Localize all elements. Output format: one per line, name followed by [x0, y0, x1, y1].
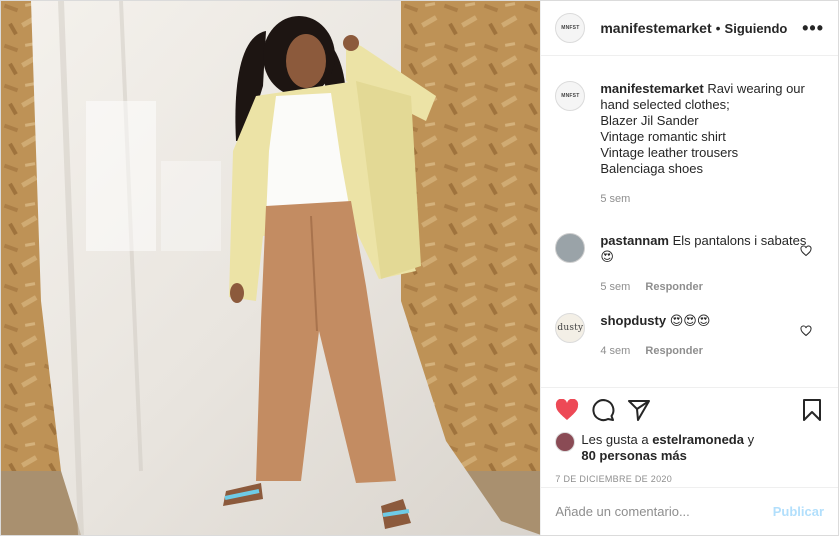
comment-item: dusty shopdusty 😍😍😍 4 sem Responder	[555, 313, 824, 359]
post-comment-button[interactable]: Publicar	[773, 504, 824, 519]
add-comment-bar: Añade un comentario... Publicar	[541, 487, 838, 535]
post-side-panel: MNFST manifestemarket • Siguiendo ••• MN…	[540, 1, 838, 535]
liker-username[interactable]: estelramoneda	[652, 432, 744, 447]
reply-button[interactable]: Responder	[645, 345, 702, 357]
caption-meta: 5 sem	[600, 191, 810, 207]
caption-line: Vintage romantic shirt	[600, 129, 726, 144]
comment-meta: 4 sem Responder	[600, 343, 810, 359]
like-comment-heart-icon[interactable]	[800, 325, 812, 337]
caption-time[interactable]: 5 sem	[600, 193, 630, 205]
comment-text: pastannam Els pantalons i sabates 😍	[600, 233, 810, 265]
separator-dot: •	[715, 20, 721, 36]
likes-conjunction: y	[747, 432, 755, 447]
comment-body: shopdusty 😍😍😍 4 sem Responder	[600, 313, 810, 359]
following-button[interactable]: Siguiendo	[725, 21, 788, 36]
comment-text: shopdusty 😍😍😍	[600, 313, 810, 329]
add-comment-input[interactable]: Añade un comentario...	[555, 504, 772, 519]
comment-time[interactable]: 5 sem	[600, 281, 630, 293]
post-photo[interactable]	[1, 1, 541, 535]
author-avatar[interactable]: MNFST	[555, 13, 586, 43]
caption-line: Blazer Jil Sander	[600, 113, 699, 128]
likes-others-link[interactable]: 80 personas más	[581, 448, 687, 463]
post-date[interactable]: 7 DE DICIEMBRE DE 2020	[555, 474, 824, 484]
caption-comment: MNFST manifestemarket Ravi wearing our h…	[555, 81, 824, 207]
caption-avatar[interactable]: MNFST	[555, 81, 586, 111]
likes-prefix: Les gusta a	[581, 432, 649, 447]
comment-meta: 5 sem Responder	[600, 279, 810, 295]
comment-content: 😍😍😍	[669, 313, 711, 328]
share-paper-plane-icon[interactable]	[627, 398, 651, 422]
like-comment-heart-icon[interactable]	[800, 245, 812, 257]
comment-item: pastannam Els pantalons i sabates 😍 5 se…	[555, 233, 824, 295]
comment-time[interactable]: 4 sem	[600, 345, 630, 357]
likes-summary: Les gusta a estelramoneda y 80 personas …	[555, 432, 824, 464]
commenter-avatar[interactable]: dusty	[555, 313, 586, 343]
commenter-username[interactable]: pastannam	[600, 233, 669, 248]
caption-line: manifestemarket Ravi wearing our hand se…	[600, 81, 810, 113]
like-heart-icon[interactable]	[555, 398, 579, 422]
comment-body: pastannam Els pantalons i sabates 😍 5 se…	[600, 233, 810, 295]
comments-list: MNFST manifestemarket Ravi wearing our h…	[541, 57, 838, 387]
instagram-post: MNFST manifestemarket • Siguiendo ••• MN…	[0, 0, 839, 536]
post-actions: Les gusta a estelramoneda y 80 personas …	[541, 387, 838, 487]
likes-text: Les gusta a estelramoneda y 80 personas …	[581, 432, 754, 464]
save-bookmark-icon[interactable]	[800, 398, 824, 422]
caption-line: Balenciaga shoes	[600, 161, 703, 176]
action-icons-row	[555, 388, 824, 432]
comment-bubble-icon[interactable]	[591, 398, 615, 422]
caption-line: Vintage leather trousers	[600, 145, 739, 160]
photo-illustration	[1, 1, 541, 535]
author-username[interactable]: manifestemarket	[600, 20, 711, 36]
commenter-avatar[interactable]	[555, 233, 586, 263]
more-options-icon[interactable]: •••	[802, 19, 824, 37]
caption-body: manifestemarket Ravi wearing our hand se…	[600, 81, 810, 207]
liker-avatar[interactable]	[555, 432, 576, 452]
reply-button[interactable]: Responder	[645, 281, 702, 293]
commenter-username[interactable]: shopdusty	[600, 313, 666, 328]
caption-username[interactable]: manifestemarket	[600, 81, 703, 96]
post-header: MNFST manifestemarket • Siguiendo •••	[541, 1, 838, 56]
